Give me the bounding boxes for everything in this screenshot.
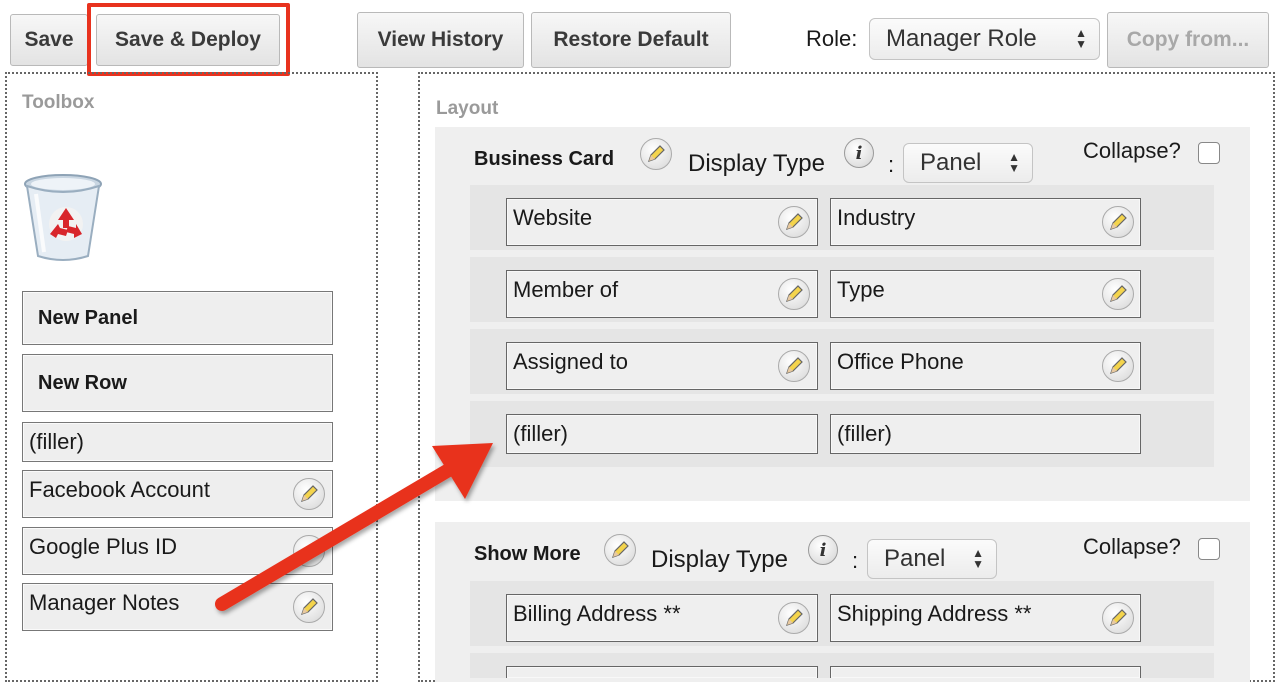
colon: : xyxy=(852,548,859,573)
layout-field[interactable] xyxy=(830,666,1141,678)
field-label: Office Phone xyxy=(837,349,964,374)
select-arrows-icon: ▲ ▼ xyxy=(1075,26,1087,51)
edit-pencil-icon[interactable] xyxy=(604,534,636,566)
new-panel-item[interactable]: New Panel xyxy=(22,291,333,345)
view-history-button[interactable]: View History xyxy=(357,12,524,68)
field-label: Type xyxy=(837,277,885,302)
role-select[interactable]: Manager Role ▲ ▼ xyxy=(869,18,1100,60)
display-type-label: Display Type xyxy=(688,150,825,177)
info-icon[interactable]: i xyxy=(844,138,874,168)
toolbox-field-manager-notes[interactable]: Manager Notes xyxy=(22,583,333,631)
layout-title: Layout xyxy=(436,98,499,119)
layout-field-shipping-address[interactable]: Shipping Address ** xyxy=(830,594,1141,642)
collapse-checkbox[interactable] xyxy=(1198,142,1220,164)
toolbox-field-facebook-account[interactable]: Facebook Account xyxy=(22,470,333,518)
filler-item[interactable]: (filler) xyxy=(22,422,333,462)
edit-pencil-icon[interactable] xyxy=(293,591,325,623)
panel-name: Show More xyxy=(474,543,581,565)
display-type-value: Panel xyxy=(884,545,946,572)
edit-pencil-icon[interactable] xyxy=(1102,602,1134,634)
toolbox-title: Toolbox xyxy=(22,92,95,113)
display-type-label: Display Type xyxy=(651,546,788,573)
field-label: Website xyxy=(513,205,593,230)
layout-field-assigned-to[interactable]: Assigned to xyxy=(506,342,818,390)
collapse-label: Collapse? xyxy=(1083,138,1181,163)
edit-pencil-icon[interactable] xyxy=(778,278,810,310)
role-label: Role: xyxy=(806,26,858,51)
edit-pencil-icon[interactable] xyxy=(1102,206,1134,238)
field-label: Billing Address ** xyxy=(513,601,681,626)
copy-from-button[interactable]: Copy from... xyxy=(1107,12,1269,68)
display-type-select[interactable]: Panel ▲ ▼ xyxy=(903,143,1033,183)
restore-default-button[interactable]: Restore Default xyxy=(531,12,731,68)
field-label: Industry xyxy=(837,205,916,230)
edit-pencil-icon[interactable] xyxy=(778,206,810,238)
layout-field-billing-address[interactable]: Billing Address ** xyxy=(506,594,818,642)
edit-pencil-icon[interactable] xyxy=(1102,278,1134,310)
layout-field-industry[interactable]: Industry xyxy=(830,198,1141,246)
field-label: Google Plus ID xyxy=(29,534,177,559)
field-label: Manager Notes xyxy=(29,590,180,615)
display-type-select[interactable]: Panel ▲ ▼ xyxy=(867,539,997,579)
display-type-value: Panel xyxy=(920,149,982,176)
collapse-checkbox[interactable] xyxy=(1198,538,1220,560)
layout-field[interactable] xyxy=(506,666,818,678)
field-label: (filler) xyxy=(837,421,892,446)
panel-name: Business Card xyxy=(474,148,615,170)
edit-pencil-icon[interactable] xyxy=(640,138,672,170)
edit-pencil-icon[interactable] xyxy=(293,535,325,567)
edit-pencil-icon[interactable] xyxy=(1102,350,1134,382)
layout-field-type[interactable]: Type xyxy=(830,270,1141,318)
save-deploy-highlight xyxy=(87,3,290,76)
field-label: (filler) xyxy=(513,421,568,446)
colon: : xyxy=(888,152,895,177)
field-label: Member of xyxy=(513,277,619,302)
field-label: Shipping Address ** xyxy=(837,601,1032,626)
info-icon[interactable]: i xyxy=(808,535,838,565)
edit-pencil-icon[interactable] xyxy=(778,350,810,382)
new-row-item[interactable]: New Row xyxy=(22,354,333,412)
layout-field-office-phone[interactable]: Office Phone xyxy=(830,342,1141,390)
save-button[interactable]: Save xyxy=(10,14,88,66)
collapse-label: Collapse? xyxy=(1083,534,1181,559)
recycle-bin-icon[interactable] xyxy=(22,170,104,262)
select-arrows-icon: ▲ ▼ xyxy=(972,546,984,571)
layout-field-filler[interactable]: (filler) xyxy=(830,414,1141,454)
layout-field-filler[interactable]: (filler) xyxy=(506,414,818,454)
layout-field-member-of[interactable]: Member of xyxy=(506,270,818,318)
edit-pencil-icon[interactable] xyxy=(293,478,325,510)
toolbox-field-google-plus-id[interactable]: Google Plus ID xyxy=(22,527,333,575)
field-label: Assigned to xyxy=(513,349,628,374)
role-select-value: Manager Role xyxy=(886,25,1037,52)
edit-pencil-icon[interactable] xyxy=(778,602,810,634)
field-label: Facebook Account xyxy=(29,477,211,502)
select-arrows-icon: ▲ ▼ xyxy=(1008,150,1020,175)
layout-field-website[interactable]: Website xyxy=(506,198,818,246)
